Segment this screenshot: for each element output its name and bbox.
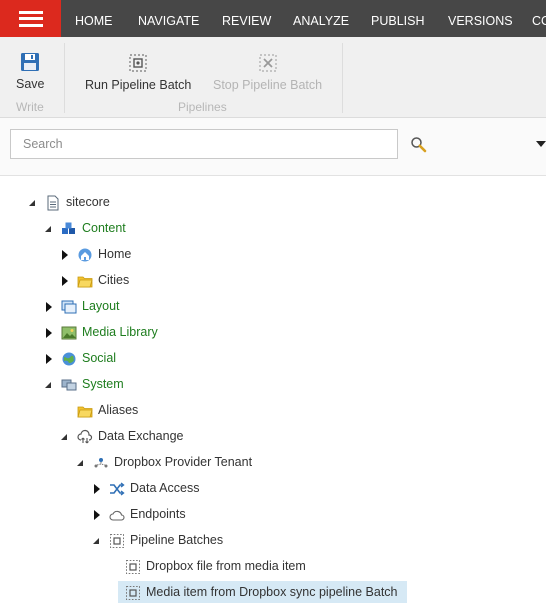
tab-navigate[interactable]: NAVIGATE <box>138 0 199 37</box>
tree-label-dropbox-provider-tenant[interactable]: Dropbox Provider Tenant <box>114 455 252 469</box>
tree-label-dropbox-file-from-media-item[interactable]: Dropbox file from media item <box>146 559 306 573</box>
search-bar <box>0 118 546 176</box>
tree-label-media-item-sync[interactable]: Media item from Dropbox sync pipeline Ba… <box>146 585 398 599</box>
tree-node-data-exchange: Data Exchange <box>0 427 546 447</box>
tab-review[interactable]: REVIEW <box>222 0 271 37</box>
globe-icon <box>62 352 76 366</box>
tree-node-social: Social <box>0 349 546 369</box>
collapse-toggle[interactable] <box>75 458 85 468</box>
tree-node-media-item-sync-selected: Media item from Dropbox sync pipeline Ba… <box>0 583 546 603</box>
pipeline-batch-icon <box>126 586 140 600</box>
tree-label-cities[interactable]: Cities <box>98 273 129 287</box>
tree-label-data-exchange[interactable]: Data Exchange <box>98 429 183 443</box>
chevron-down-icon[interactable] <box>536 141 546 147</box>
tree-label-pipeline-batches[interactable]: Pipeline Batches <box>130 533 223 547</box>
run-pipeline-batch-button[interactable]: Run Pipeline Batch <box>85 53 191 92</box>
expand-toggle[interactable] <box>43 328 53 338</box>
folder-icon <box>77 276 93 288</box>
top-navigation-bar: HOME NAVIGATE REVIEW ANALYZE PUBLISH VER… <box>0 0 546 37</box>
expand-toggle[interactable] <box>59 276 69 286</box>
tree-label-layout[interactable]: Layout <box>82 299 120 313</box>
expand-toggle[interactable] <box>91 484 101 494</box>
collapse-toggle[interactable] <box>27 198 37 208</box>
content-tree: sitecore Content Home Cities Layout Medi… <box>0 176 546 614</box>
tree-node-aliases: Aliases <box>0 401 546 421</box>
ribbon-separator <box>342 43 343 113</box>
hamburger-icon <box>18 10 43 27</box>
tree-label-sitecore[interactable]: sitecore <box>66 195 110 209</box>
search-input[interactable] <box>10 129 398 159</box>
expand-toggle[interactable] <box>91 510 101 520</box>
run-pipeline-icon <box>129 54 147 72</box>
expand-toggle[interactable] <box>59 250 69 260</box>
ribbon-separator <box>64 43 65 113</box>
ribbon: Save Write Run Pipeline Batch Stop Pipel… <box>0 37 546 118</box>
layout-icon <box>61 300 77 314</box>
collapse-toggle[interactable] <box>43 224 53 234</box>
tree-label-system[interactable]: System <box>82 377 124 391</box>
tree-label-social[interactable]: Social <box>82 351 116 365</box>
write-group-label: Write <box>16 100 44 114</box>
pipeline-batch-icon <box>110 534 124 548</box>
tenant-network-icon <box>94 458 108 468</box>
tree-label-media-library[interactable]: Media Library <box>82 325 158 339</box>
cloud-icon <box>109 510 125 521</box>
pipeline-batch-icon <box>126 560 140 574</box>
pipelines-group-label: Pipelines <box>178 100 227 114</box>
expand-toggle[interactable] <box>43 354 53 364</box>
stop-pipeline-batch-label: Stop Pipeline Batch <box>213 78 323 92</box>
tree-node-data-access: Data Access <box>0 479 546 499</box>
tree-node-media-library: Media Library <box>0 323 546 343</box>
collapse-toggle[interactable] <box>43 380 53 390</box>
tab-home[interactable]: HOME <box>75 0 113 37</box>
tree-node-system: System <box>0 375 546 395</box>
tab-co[interactable]: CO <box>532 0 546 37</box>
shuffle-icon <box>110 482 125 496</box>
tree-node-home: Home <box>0 245 546 265</box>
save-button[interactable]: Save <box>16 52 45 91</box>
tree-label-content[interactable]: Content <box>82 221 126 235</box>
tree-node-layout: Layout <box>0 297 546 317</box>
stop-pipeline-icon <box>258 54 277 72</box>
tree-node-pipeline-batches: Pipeline Batches <box>0 531 546 551</box>
tab-publish[interactable]: PUBLISH <box>371 0 425 37</box>
cloud-sync-icon <box>77 429 93 444</box>
tree-node-content: Content <box>0 219 546 239</box>
search-icon[interactable] <box>410 136 428 154</box>
media-library-icon <box>61 326 77 340</box>
tree-label-aliases[interactable]: Aliases <box>98 403 138 417</box>
folder-icon <box>77 406 93 418</box>
tree-node-sitecore: sitecore <box>0 193 546 213</box>
document-icon <box>47 195 59 211</box>
tree-label-endpoints[interactable]: Endpoints <box>130 507 186 521</box>
collapse-toggle[interactable] <box>91 536 101 546</box>
tree-node-cities: Cities <box>0 271 546 291</box>
collapse-toggle[interactable] <box>59 432 69 442</box>
tree-node-dropbox-file-from-media-item: Dropbox file from media item <box>0 557 546 577</box>
run-pipeline-batch-label: Run Pipeline Batch <box>85 78 192 92</box>
tree-label-home[interactable]: Home <box>98 247 131 261</box>
content-cubes-icon <box>62 222 75 234</box>
tree-label-data-access[interactable]: Data Access <box>130 481 199 495</box>
tab-analyze[interactable]: ANALYZE <box>293 0 349 37</box>
home-icon <box>78 248 92 262</box>
tree-node-endpoints: Endpoints <box>0 505 546 525</box>
tab-versions[interactable]: VERSIONS <box>448 0 513 37</box>
tree-node-dropbox-provider-tenant: Dropbox Provider Tenant <box>0 453 546 473</box>
expand-toggle[interactable] <box>43 302 53 312</box>
hamburger-menu-button[interactable] <box>0 0 61 37</box>
system-icon <box>61 379 77 391</box>
floppy-disk-icon <box>21 53 40 71</box>
save-button-label: Save <box>16 77 45 91</box>
stop-pipeline-batch-button[interactable]: Stop Pipeline Batch <box>213 53 322 92</box>
